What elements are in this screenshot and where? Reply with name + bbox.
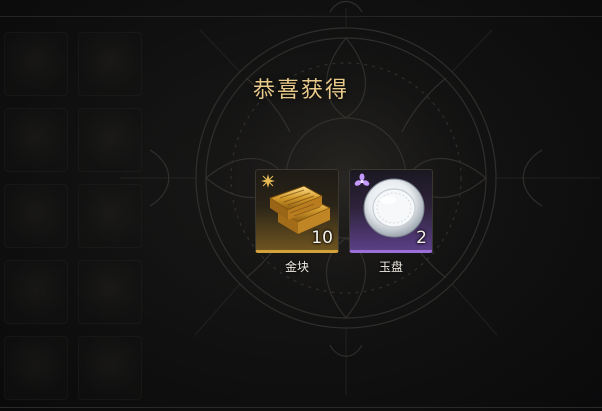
reward-item-jade-plate[interactable]: 2 玉盘 (349, 169, 433, 275)
reward-title: 恭喜获得 (252, 78, 349, 103)
item-slot[interactable]: 10 (255, 169, 339, 253)
item-count: 2 (416, 228, 427, 248)
reward-item-gold[interactable]: 10 金块 (255, 169, 339, 275)
item-name: 金块 (284, 260, 309, 274)
item-count: 10 (311, 228, 333, 248)
item-name: 玉盘 (378, 260, 403, 274)
bottom-divider (0, 407, 602, 408)
item-slot[interactable]: 2 (349, 169, 433, 253)
reward-scene[interactable]: 恭喜获得 10 金块 2 玉盘 (0, 0, 602, 411)
